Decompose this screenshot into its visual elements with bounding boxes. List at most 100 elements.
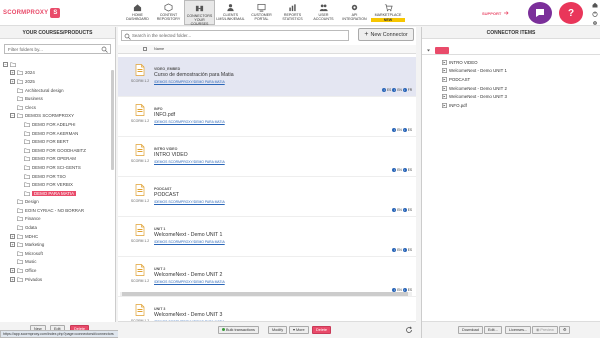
folder-tree-item[interactable]: Business [0, 94, 116, 103]
folder-tree-item[interactable]: Design [0, 198, 116, 207]
chat-bubble-button[interactable] [528, 2, 552, 24]
logo[interactable]: SCORMPROXY S [3, 8, 61, 18]
connector-item[interactable]: WelcomeNext - Demo UNIT 1 [442, 67, 507, 76]
info-icon[interactable]: i [392, 128, 397, 132]
info-icon[interactable]: i [382, 88, 387, 92]
connector-row[interactable]: SCORM 1.2 VIDEO_EMBED Curso de demostració… [118, 57, 416, 97]
delete-connector-button[interactable]: Delete [312, 326, 331, 334]
connector-path-link[interactable]: /DEMOS SCORMPROXY/DEMO PARA MATIA [154, 160, 225, 164]
expand-icon[interactable]: + [10, 78, 15, 84]
connector-item[interactable]: PODCAST [442, 75, 507, 84]
nav-content[interactable]: CONTENT REPOSITORY [153, 0, 184, 25]
list-horizontal-scrollbar[interactable] [120, 292, 412, 296]
collapse-caret-icon[interactable] [426, 48, 431, 53]
folder-tree-item[interactable]: EOIN CYRIAC - NO BORRAR [0, 206, 116, 215]
folder-tree-item[interactable]: +2024 [0, 69, 116, 78]
connector-path-link[interactable]: /DEMOS SCORMPROXY/DEMO PARA MATIA [154, 80, 225, 84]
tree-scrollbar-thumb[interactable] [111, 70, 114, 170]
expand-icon[interactable]: + [10, 70, 15, 76]
select-all-checkbox[interactable] [143, 47, 147, 51]
bulk-transactions-button[interactable]: Bulk transactions [218, 326, 259, 334]
download-button[interactable]: Download [458, 326, 483, 334]
nav-user[interactable]: USER ACCOUNTS [308, 0, 339, 25]
folder-tree-item[interactable]: − [0, 60, 116, 69]
nav-home[interactable]: HOME DASHBOARD [122, 0, 153, 25]
info-icon[interactable]: i [392, 248, 397, 252]
selected-connector-chip[interactable] [435, 47, 449, 54]
settings-icon[interactable] [592, 20, 598, 26]
connector-row[interactable]: SCORM 1.2 INFO INFO.pdf/DEMOS SCORMPROXY/D… [118, 97, 416, 137]
folder-tree-item[interactable]: + Marketing [0, 240, 116, 249]
connector-path-link[interactable]: /DEMOS SCORMPROXY/DEMO PARA MATIA [154, 120, 225, 124]
collapse-icon[interactable]: − [10, 113, 15, 119]
connector-path-link[interactable]: /DEMOS SCORMPROXY/DEMO PARA MATIA [154, 200, 225, 204]
folder-tree-item[interactable]: Music [0, 258, 116, 267]
connector-path-link[interactable]: /DEMOS SCORMPROXY/DEMO PARA MATIA [154, 280, 225, 284]
folder-tree-item[interactable]: DEMO PARA MATIA [0, 189, 116, 198]
nav-clients[interactable]: CLIENTS LMS/LINK/EMAIL [215, 0, 246, 25]
home-small-icon[interactable] [592, 2, 598, 8]
info-icon[interactable]: i [392, 168, 397, 172]
nav-customer[interactable]: CUSTOMER PORTAL [246, 0, 277, 25]
column-name-header[interactable]: Name [154, 47, 164, 51]
folder-tree-item[interactable]: DEMO FOR SCI-GENTS [0, 163, 116, 172]
refresh-icon[interactable] [405, 326, 413, 334]
connector-row[interactable]: SCORM 1.2 INTRO VIDEO INTRO VIDEO/DEMOS SC… [118, 137, 416, 177]
connector-title[interactable]: WelcomeNext - Demo UNIT 2 [154, 272, 222, 278]
expand-icon[interactable]: + [10, 268, 15, 274]
folder-tree-item[interactable]: DEMO FOR VERBIX [0, 180, 116, 189]
tree-scrollbar[interactable] [111, 60, 114, 338]
nav-api[interactable]: API INTEGRATION [339, 0, 370, 25]
support-link[interactable]: SUPPORT [482, 10, 509, 16]
modify-button[interactable]: Modify [268, 326, 288, 334]
folder-filter-input[interactable]: Filter folders by... [4, 44, 111, 54]
folder-search-input[interactable]: Search in the selected folder... [121, 30, 349, 41]
connector-title[interactable]: Curso de demostración para Matia [154, 72, 234, 78]
connector-title[interactable]: WelcomeNext - Demo UNIT 1 [154, 232, 222, 238]
folder-tree-item[interactable]: Gdata [0, 223, 116, 232]
preview-button[interactable]: ◉ Preview [532, 326, 558, 334]
collapse-icon[interactable]: − [3, 61, 8, 67]
connector-item[interactable]: WelcomeNext - Demo UNIT 2 [442, 84, 507, 93]
folder-tree-item[interactable]: + Privados [0, 275, 116, 284]
item-settings-button[interactable]: ⚙ [559, 326, 571, 334]
info-icon[interactable]: i [402, 88, 407, 92]
info-icon[interactable]: i [402, 248, 407, 252]
folder-tree-item[interactable]: DEMO FOR BERT [0, 137, 116, 146]
folder-tree-item[interactable]: DEMO FOR TSO [0, 172, 116, 181]
edit-item-button[interactable]: Edit... [484, 326, 502, 334]
connector-title[interactable]: INFO.pdf [154, 112, 175, 118]
folder-tree-item[interactable]: +2025 [0, 77, 116, 86]
expand-icon[interactable]: + [10, 233, 15, 239]
connector-title[interactable]: PODCAST [154, 192, 179, 198]
info-icon[interactable]: i [402, 128, 407, 132]
connector-item[interactable]: WelcomeNext - Demo UNIT 3 [442, 92, 507, 101]
folder-tree-item[interactable]: Finance [0, 215, 116, 224]
connector-item[interactable]: INFO.pdf [442, 101, 507, 110]
folder-tree-item[interactable]: DEMO FOR AKERMAN [0, 129, 116, 138]
licenses-button[interactable]: Licenses... [505, 326, 532, 334]
folder-tree-item[interactable]: DEMO FOR GOODHABITZ [0, 146, 116, 155]
connector-row[interactable]: SCORM 1.2 PODCAST PODCAST/DEMOS SCORMPROXY… [118, 177, 416, 217]
folder-tree-item[interactable]: − DEMOS SCORMPROXY [0, 112, 116, 121]
nav-connectors[interactable]: CONNECTORS YOUR COURSES [184, 0, 215, 26]
info-icon[interactable]: i [392, 208, 397, 212]
connector-row[interactable]: SCORM 1.2 UNIT 1 WelcomeNext - Demo UNIT 1… [118, 217, 416, 257]
connector-row[interactable]: SCORM 1.2 UNIT 3 WelcomeNext - Demo UNIT 3… [118, 297, 416, 321]
connector-title[interactable]: WelcomeNext - Demo UNIT 3 [154, 312, 222, 318]
folder-tree-item[interactable]: + Office [0, 266, 116, 275]
nav-reports[interactable]: REPORTS STATISTICS [277, 0, 308, 25]
expand-icon[interactable]: + [10, 242, 15, 248]
info-icon[interactable]: i [392, 88, 397, 92]
expand-icon[interactable]: + [10, 276, 15, 282]
folder-tree-item[interactable]: Microsoft [0, 249, 116, 258]
help-button[interactable]: ? [559, 2, 583, 24]
new-connector-button[interactable]: + New Connector [358, 28, 414, 41]
connector-path-link[interactable]: /DEMOS SCORMPROXY/DEMO PARA MATIA [154, 240, 225, 244]
list-horizontal-scrollbar-thumb[interactable] [122, 292, 408, 296]
connector-row[interactable]: SCORM 1.2 UNIT 2 WelcomeNext - Demo UNIT 2… [118, 257, 416, 297]
info-icon[interactable]: i [402, 208, 407, 212]
nav-marketplace[interactable]: MARKETPLACE NEW [370, 0, 406, 25]
info-icon[interactable]: i [402, 168, 407, 172]
folder-tree-item[interactable]: DEMO FOR ADELPHI [0, 120, 116, 129]
